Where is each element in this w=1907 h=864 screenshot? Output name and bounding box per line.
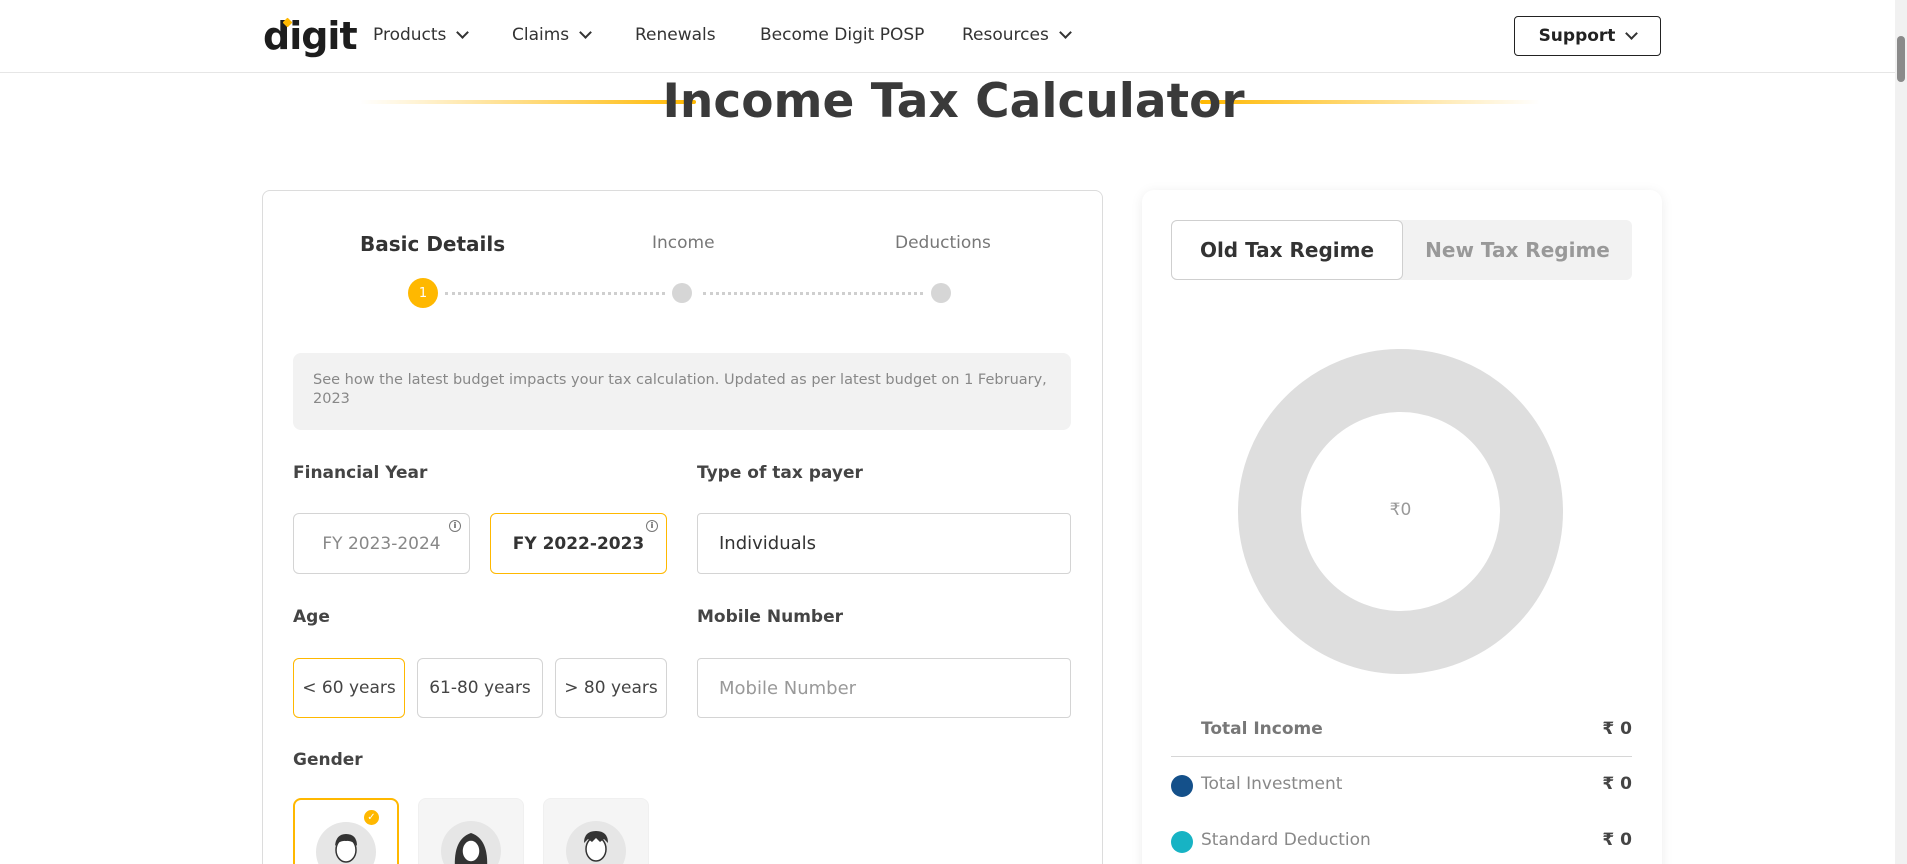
nav-resources-label: Resources [962, 25, 1049, 45]
nav-resources[interactable]: Resources [962, 25, 1072, 45]
info-icon[interactable]: i [449, 520, 461, 532]
logo-text: digit [263, 14, 358, 58]
tab-new-tax-regime[interactable]: New Tax Regime [1403, 220, 1632, 280]
chevron-down-icon [1625, 27, 1639, 40]
nav-become-posp-label: Become Digit POSP [760, 25, 925, 45]
gender-option-female[interactable] [418, 798, 524, 864]
chevron-down-icon [1058, 26, 1072, 39]
nav-claims-label: Claims [512, 25, 570, 45]
age-option-over-80[interactable]: > 80 years [555, 658, 667, 718]
step-3-indicator [931, 283, 951, 303]
summary-value: ₹ 0 [1602, 830, 1632, 850]
male-avatar-icon [316, 822, 376, 864]
age-label: Age [293, 607, 330, 627]
tab-old-tax-regime[interactable]: Old Tax Regime [1171, 220, 1403, 280]
summary-label: Standard Deduction [1201, 830, 1371, 850]
step-basic-details[interactable]: Basic Details [360, 232, 505, 256]
legend-dot-investment [1171, 775, 1193, 797]
female-avatar-icon [441, 821, 501, 864]
fy-option-label: FY 2022-2023 [512, 533, 645, 554]
fy-option-label: FY 2023-2024 [322, 533, 441, 554]
summary-label: Total Investment [1201, 774, 1343, 794]
support-button-label: Support [1538, 26, 1616, 46]
mobile-number-input[interactable] [719, 677, 1070, 699]
summary-value: ₹ 0 [1602, 774, 1632, 794]
step-connector [703, 292, 923, 295]
nav-claims[interactable]: Claims [512, 25, 593, 45]
age-option-under-60[interactable]: < 60 years [293, 658, 405, 718]
age-option-label: > 80 years [564, 678, 658, 698]
nav-products[interactable]: Products [373, 25, 470, 45]
summary-total-income: Total Income ₹ 0 [1171, 719, 1632, 743]
summary-label: Total Income [1201, 719, 1323, 739]
gender-label: Gender [293, 750, 363, 770]
support-button[interactable]: Support [1514, 16, 1661, 56]
nav-renewals[interactable]: Renewals [635, 25, 716, 45]
tax-payer-type-select[interactable]: Individuals [697, 513, 1071, 574]
step-connector [445, 292, 665, 295]
summary-total-investment: Total Investment ₹ 0 [1171, 774, 1632, 798]
top-navbar: digit Products Claims Renewals Become Di… [0, 0, 1907, 73]
mobile-number-label: Mobile Number [697, 607, 843, 627]
budget-info-banner: See how the latest budget impacts your t… [293, 353, 1071, 430]
tax-payer-type-label: Type of tax payer [697, 463, 863, 483]
summary-standard-deduction: Standard Deduction ₹ 0 [1171, 830, 1632, 854]
mobile-number-field[interactable] [697, 658, 1071, 718]
step-deductions[interactable]: Deductions [895, 233, 991, 253]
page-title: Income Tax Calculator [662, 74, 1245, 129]
fy-option-2022-2023[interactable]: FY 2022-2023 i [490, 513, 667, 574]
page-scrollbar[interactable] [1895, 0, 1907, 864]
step-1-number: 1 [418, 285, 428, 301]
step-income[interactable]: Income [652, 233, 715, 253]
donut-center-value: ₹0 [1389, 500, 1412, 520]
summary-value: ₹ 0 [1602, 719, 1632, 739]
age-option-label: < 60 years [302, 678, 396, 698]
nav-products-label: Products [373, 25, 447, 45]
chevron-down-icon [579, 26, 593, 39]
nav-become-posp[interactable]: Become Digit POSP [760, 25, 924, 45]
legend-dot-standard-deduction [1171, 831, 1193, 853]
step-1-indicator: 1 [408, 278, 438, 308]
gender-option-male[interactable]: ✓ [293, 798, 399, 864]
age-option-61-80[interactable]: 61-80 years [417, 658, 543, 718]
summary-divider [1171, 756, 1632, 757]
tax-payer-type-value: Individuals [719, 533, 817, 554]
info-icon[interactable]: i [646, 520, 658, 532]
financial-year-label: Financial Year [293, 463, 428, 483]
chevron-down-icon [456, 26, 470, 39]
digit-logo[interactable]: digit [263, 14, 358, 58]
step-2-indicator [672, 283, 692, 303]
other-avatar-icon [566, 821, 626, 864]
fy-option-2023-2024[interactable]: FY 2023-2024 i [293, 513, 470, 574]
age-option-label: 61-80 years [429, 678, 531, 698]
nav-renewals-label: Renewals [635, 25, 716, 45]
gender-option-other[interactable] [543, 798, 649, 864]
